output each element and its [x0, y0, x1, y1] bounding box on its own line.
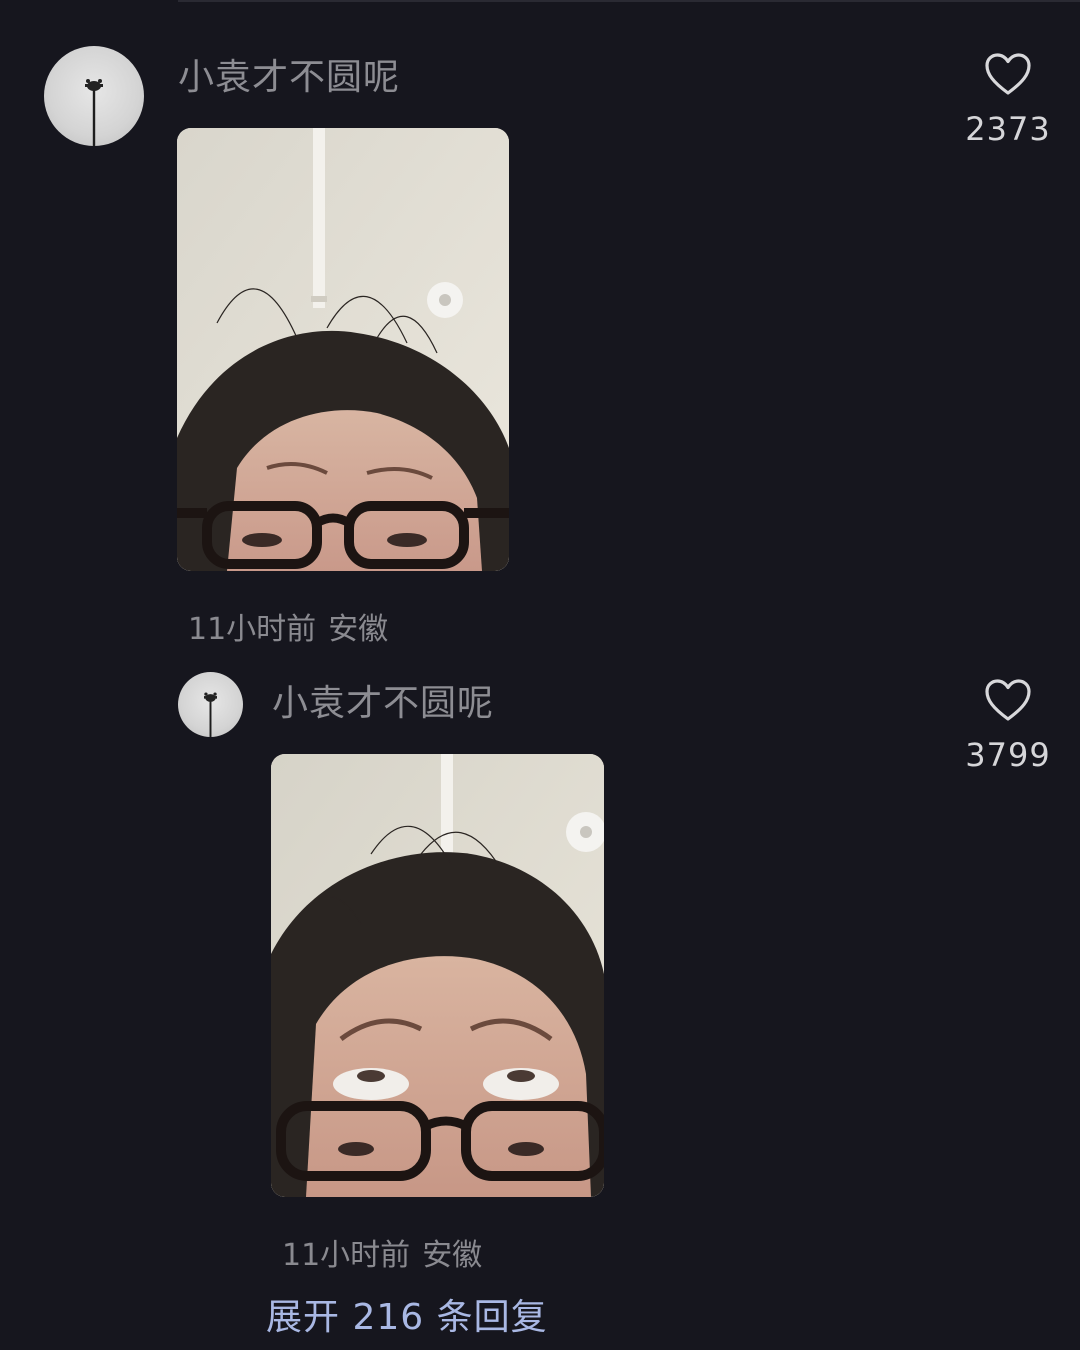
comment-photo[interactable]: [177, 128, 509, 571]
heart-icon[interactable]: [984, 52, 1032, 96]
avatar[interactable]: [178, 672, 243, 737]
like-count: 2373: [965, 110, 1051, 148]
comment-time: 11小时前: [188, 612, 317, 647]
selfie-photo-image: [271, 754, 604, 1197]
selfie-photo-image: [177, 128, 509, 571]
username[interactable]: 小袁才不圆呢: [272, 674, 494, 726]
like-button[interactable]: 2373: [953, 52, 1063, 148]
comment-time: 11小时前: [282, 1238, 411, 1273]
divider: [178, 0, 1080, 2]
lamp-post-icon: [85, 79, 103, 146]
comment-location: 安徽: [328, 612, 389, 647]
comment-meta: 11小时前 安徽: [188, 604, 388, 648]
comment-meta: 11小时前 安徽: [282, 1230, 482, 1274]
avatar[interactable]: [44, 46, 144, 146]
like-count: 3799: [965, 736, 1051, 774]
lamp-post-icon: [204, 692, 217, 737]
username[interactable]: 小袁才不圆呢: [178, 48, 400, 100]
comment-location: 安徽: [422, 1238, 483, 1273]
heart-icon[interactable]: [984, 678, 1032, 722]
like-button[interactable]: 3799: [953, 678, 1063, 774]
comment-photo[interactable]: [271, 754, 604, 1197]
expand-replies-link[interactable]: 展开 216 条回复: [266, 1288, 548, 1340]
